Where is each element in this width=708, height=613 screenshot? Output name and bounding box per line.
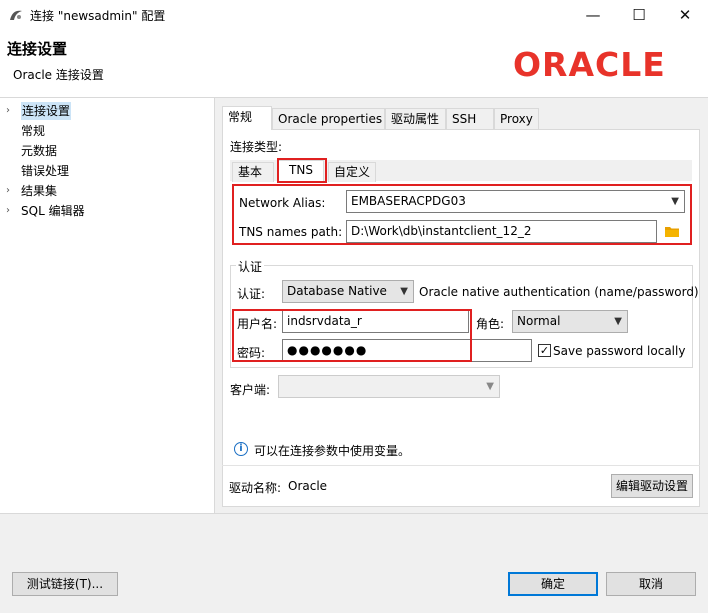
chevron-right-icon[interactable]: › bbox=[6, 202, 10, 220]
driver-divider bbox=[222, 465, 700, 466]
test-connection-button[interactable]: 测试链接(T)... bbox=[12, 572, 118, 596]
tree-item-label: 元数据 bbox=[21, 144, 58, 158]
tab-oracle-properties[interactable]: Oracle properties bbox=[272, 108, 385, 130]
tab-ssh[interactable]: SSH bbox=[446, 108, 494, 130]
info-text: 可以在连接参数中使用变量。 bbox=[254, 444, 411, 458]
connection-type-label: 连接类型: bbox=[230, 140, 283, 154]
dialog-footer bbox=[0, 513, 708, 613]
tree-item-result-sets[interactable]: › 结果集 bbox=[0, 182, 214, 200]
tree-item-sql-editor[interactable]: › SQL 编辑器 bbox=[0, 202, 214, 220]
tree-item-connection-settings[interactable]: › 连接设置 bbox=[0, 102, 214, 120]
driver-name: Oracle bbox=[288, 479, 328, 493]
chevron-down-icon: ▼ bbox=[486, 381, 494, 392]
driver-label: 驱动名称: bbox=[229, 481, 282, 495]
highlight-box-credentials bbox=[232, 309, 472, 362]
tab-driver-properties[interactable]: 驱动属性 bbox=[385, 108, 446, 130]
maximize-icon: ☐ bbox=[632, 6, 646, 24]
close-icon: ✕ bbox=[678, 6, 692, 24]
tab-proxy[interactable]: Proxy bbox=[494, 108, 539, 130]
minimize-icon: — bbox=[585, 6, 601, 24]
page-subtitle: Oracle 连接设置 bbox=[13, 68, 104, 82]
tree-item-label: 结果集 bbox=[21, 184, 58, 198]
client-select[interactable]: ▼ bbox=[278, 375, 500, 398]
title-bar: 连接 "newsadmin" 配置 — ☐ ✕ bbox=[0, 0, 708, 30]
auth-group-title: 认证 bbox=[236, 258, 265, 275]
tab-general[interactable]: 常规 bbox=[222, 106, 272, 130]
maximize-button[interactable]: ☐ bbox=[616, 0, 662, 30]
minimize-button[interactable]: — bbox=[570, 0, 616, 30]
cancel-button[interactable]: 取消 bbox=[606, 572, 696, 596]
close-button[interactable]: ✕ bbox=[662, 0, 708, 30]
ok-button[interactable]: 确定 bbox=[508, 572, 598, 596]
subtab-custom[interactable]: 自定义 bbox=[328, 162, 376, 182]
info-icon: i bbox=[234, 442, 248, 456]
highlight-box-tns bbox=[277, 158, 327, 183]
tree-item-label: SQL 编辑器 bbox=[21, 204, 85, 218]
auth-method-select[interactable]: Database Native ▼ bbox=[282, 280, 414, 303]
role-value: Normal bbox=[517, 314, 561, 328]
subtab-basic[interactable]: 基本 bbox=[232, 162, 274, 182]
auth-method-label: 认证: bbox=[237, 287, 266, 301]
chevron-down-icon: ▼ bbox=[614, 316, 622, 327]
chevron-right-icon[interactable]: › bbox=[6, 182, 10, 200]
auth-method-value: Database Native bbox=[287, 284, 387, 298]
tree-item-general[interactable]: 常规 bbox=[0, 122, 214, 140]
client-label: 客户端: bbox=[230, 383, 271, 397]
oracle-logo: ORACLE bbox=[513, 45, 666, 84]
tree-item-metadata[interactable]: 元数据 bbox=[0, 142, 214, 160]
tree-item-error-handling[interactable]: 错误处理 bbox=[0, 162, 214, 180]
tree-item-label: 错误处理 bbox=[21, 164, 70, 178]
auth-method-description: Oracle native authentication (name/passw… bbox=[419, 285, 699, 299]
window-title: 连接 "newsadmin" 配置 bbox=[30, 9, 166, 23]
save-password-checkbox[interactable]: ✓ bbox=[538, 344, 551, 357]
app-icon bbox=[10, 10, 22, 20]
tree-item-label: 常规 bbox=[21, 124, 46, 138]
role-select[interactable]: Normal ▼ bbox=[512, 310, 628, 333]
role-label: 角色: bbox=[476, 317, 505, 331]
highlight-box-tns-fields bbox=[232, 184, 692, 245]
save-password-label[interactable]: Save password locally bbox=[553, 344, 685, 358]
page-title: 连接设置 bbox=[7, 40, 68, 58]
tree-item-label: 连接设置 bbox=[21, 102, 72, 120]
chevron-right-icon[interactable]: › bbox=[6, 102, 10, 120]
chevron-down-icon: ▼ bbox=[400, 286, 408, 297]
edit-driver-settings-button[interactable]: 编辑驱动设置 bbox=[611, 474, 693, 498]
settings-tree: › 连接设置 常规 元数据 错误处理 › 结果集 › SQL 编辑器 bbox=[0, 98, 214, 513]
